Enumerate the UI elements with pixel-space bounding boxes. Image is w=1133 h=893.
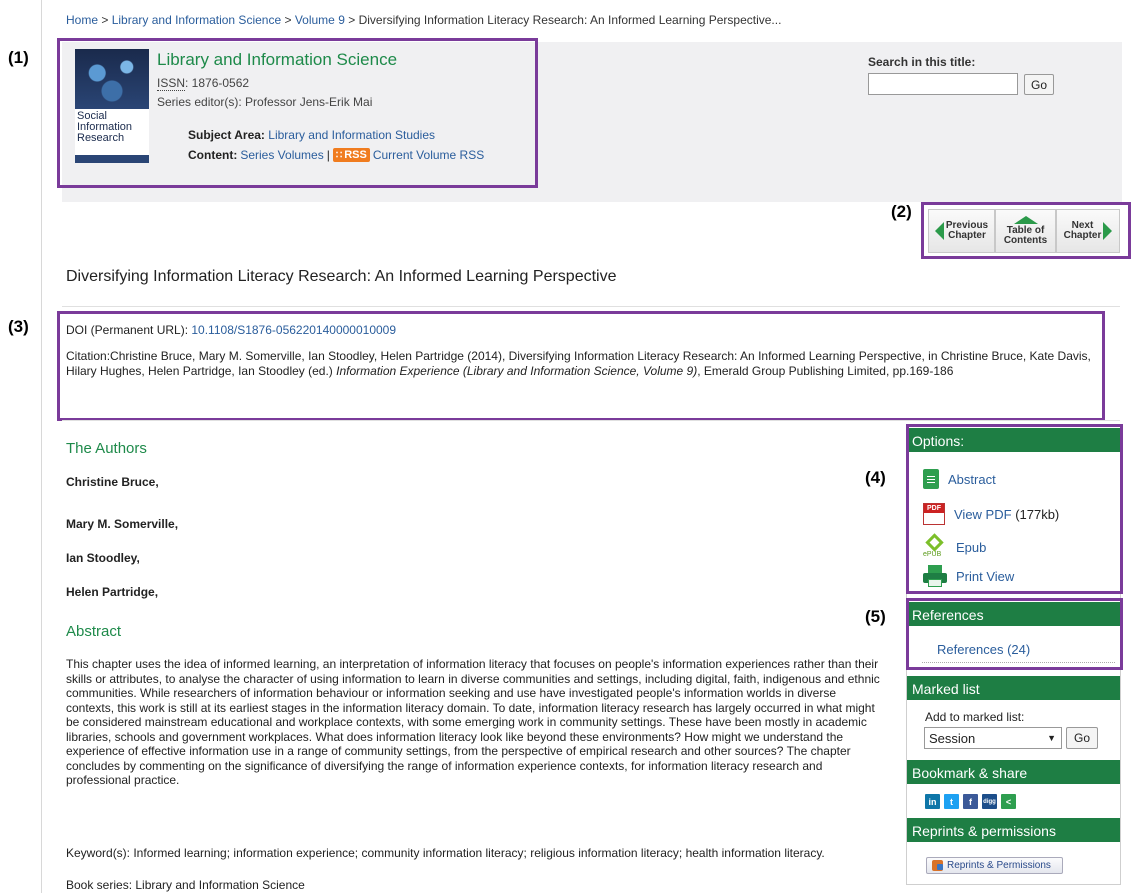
digg-icon[interactable]: digg	[982, 794, 997, 809]
reprints-permissions-label: Reprints & Permissions	[947, 860, 1051, 871]
annotation-marker-4: (4)	[865, 468, 886, 487]
marked-list-header: Marked list	[907, 676, 1120, 700]
twitter-icon[interactable]: t	[944, 794, 959, 809]
annotation-box-1	[57, 38, 538, 188]
abstract-heading: Abstract	[66, 623, 122, 640]
author-name: Christine Bruce,	[66, 475, 159, 489]
marked-list-select[interactable]: Session ▼	[924, 727, 1062, 749]
author-name: Helen Partridge,	[66, 585, 159, 599]
breadcrumb-volume[interactable]: Volume 9	[295, 13, 345, 27]
authors-heading: The Authors	[66, 440, 147, 457]
breadcrumb: Home > Library and Information Science >…	[66, 13, 781, 27]
marked-list-label: Add to marked list:	[925, 710, 1025, 724]
search-go-button[interactable]: Go	[1024, 74, 1054, 95]
reprints-permissions-button[interactable]: Reprints & Permissions	[926, 857, 1063, 874]
reprints-icon	[932, 860, 943, 871]
page-left-border	[41, 0, 42, 893]
keywords: Keyword(s): Informed learning; informati…	[66, 846, 825, 860]
marked-list-go-button[interactable]: Go	[1066, 727, 1098, 749]
search-input[interactable]	[868, 73, 1018, 95]
bookmark-share-header: Bookmark & share	[907, 760, 1120, 784]
breadcrumb-series[interactable]: Library and Information Science	[112, 13, 281, 27]
annotation-marker-3: (3)	[8, 317, 29, 336]
book-series: Book series: Library and Information Sci…	[66, 878, 305, 892]
breadcrumb-separator: >	[344, 13, 359, 27]
chapter-title: Diversifying Information Literacy Resear…	[66, 268, 617, 285]
annotation-box-4	[906, 424, 1123, 594]
annotation-marker-1: (1)	[8, 48, 29, 67]
annotation-marker-5: (5)	[865, 607, 886, 626]
breadcrumb-home[interactable]: Home	[66, 13, 98, 27]
annotation-box-5	[906, 598, 1123, 670]
divider	[62, 306, 1120, 307]
divider	[62, 420, 1120, 421]
annotation-box-3	[57, 311, 1105, 421]
facebook-icon[interactable]: f	[963, 794, 978, 809]
abstract-text: This chapter uses the idea of informed l…	[66, 657, 880, 787]
breadcrumb-separator: >	[281, 13, 295, 27]
author-name: Mary M. Somerville,	[66, 517, 179, 531]
author-name: Ian Stoodley,	[66, 551, 140, 565]
reprints-header: Reprints & permissions	[907, 818, 1120, 842]
annotation-box-2	[921, 202, 1131, 259]
breadcrumb-current: Diversifying Information Literacy Resear…	[358, 13, 782, 27]
share-icons: in t f digg <	[925, 794, 1016, 809]
annotation-marker-2: (2)	[891, 202, 912, 221]
search-label: Search in this title:	[868, 55, 976, 69]
breadcrumb-separator: >	[98, 13, 112, 27]
chevron-down-icon: ▼	[1047, 733, 1056, 743]
marked-list-selected: Session	[929, 731, 976, 746]
linkedin-icon[interactable]: in	[925, 794, 940, 809]
share-icon[interactable]: <	[1001, 794, 1016, 809]
